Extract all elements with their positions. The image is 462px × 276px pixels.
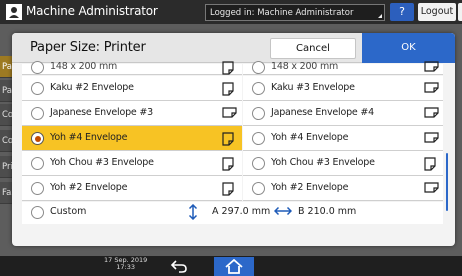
paper-size-option[interactable]: Kaku #2 Envelope bbox=[22, 76, 242, 101]
paper-size-label: Yoh #4 Envelope bbox=[50, 132, 128, 143]
paper-size-label: 148 x 200 mm bbox=[50, 61, 118, 72]
radio-icon bbox=[252, 182, 265, 195]
radio-icon bbox=[252, 82, 265, 95]
radio-icon bbox=[252, 157, 265, 170]
portrait-paper-icon bbox=[424, 157, 436, 171]
paper-size-label: Yoh #2 Envelope bbox=[271, 182, 349, 193]
paper-size-label: Yoh Chou #3 Envelope bbox=[271, 157, 375, 168]
header-bar: Machine Administrator Logged in: Machine… bbox=[0, 0, 462, 24]
portrait-paper-icon bbox=[222, 157, 234, 171]
ok-button[interactable]: OK bbox=[362, 33, 455, 63]
clock: 17 Sep. 2019 17:33 bbox=[104, 257, 147, 271]
radio-icon bbox=[31, 206, 44, 219]
paper-size-option[interactable]: Japanese Envelope #3 bbox=[22, 101, 242, 126]
paper-size-label: Yoh #4 Envelope bbox=[271, 132, 349, 143]
paper-size-option[interactable]: Yoh Chou #3 Envelope bbox=[243, 151, 443, 176]
landscape-paper-icon bbox=[424, 82, 439, 93]
paper-size-label: Japanese Envelope #4 bbox=[271, 107, 374, 118]
radio-dot-icon bbox=[34, 135, 41, 142]
user-icon bbox=[6, 4, 22, 20]
radio-icon bbox=[252, 107, 265, 120]
login-status-text: Logged in: Machine Administrator bbox=[210, 8, 354, 18]
radio-icon bbox=[252, 132, 265, 145]
dialog-title: Paper Size: Printer bbox=[30, 40, 146, 55]
radio-icon bbox=[31, 107, 44, 120]
paper-size-list: 148 x 200 mm 148 x 200 mm Kaku #2 Envelope… bbox=[12, 61, 455, 246]
custom-size-option[interactable]: Custom A 297.0 mm B 210.0 mm bbox=[22, 202, 443, 224]
user-title: Machine Administrator bbox=[26, 4, 158, 18]
cancel-button[interactable]: Cancel bbox=[270, 38, 356, 59]
radio-icon bbox=[31, 157, 44, 170]
paper-size-option[interactable]: Yoh Chou #3 Envelope bbox=[22, 151, 242, 176]
time-text: 17:33 bbox=[116, 263, 135, 271]
paper-size-label: Japanese Envelope #3 bbox=[50, 107, 153, 118]
vertical-size-value: A 297.0 mm bbox=[212, 206, 271, 217]
back-arrow-icon[interactable] bbox=[170, 259, 188, 273]
paper-size-option[interactable]: Yoh #2 Envelope bbox=[243, 176, 443, 201]
paper-size-label: 148 x 200 mm bbox=[271, 61, 339, 72]
landscape-paper-icon bbox=[222, 107, 237, 118]
radio-selected-icon bbox=[31, 132, 44, 145]
paper-size-option[interactable]: Yoh #2 Envelope bbox=[22, 176, 242, 201]
help-button[interactable]: ? bbox=[390, 3, 414, 21]
custom-label: Custom bbox=[50, 206, 87, 217]
logout-button[interactable]: Logout bbox=[418, 3, 456, 21]
dialog-header: Paper Size: Printer Cancel OK bbox=[12, 33, 455, 63]
portrait-paper-icon bbox=[222, 132, 234, 146]
landscape-paper-icon bbox=[424, 107, 439, 118]
home-button[interactable] bbox=[214, 257, 254, 276]
landscape-paper-icon bbox=[424, 132, 439, 143]
paper-size-dialog: Paper Size: Printer Cancel OK 148 x 200 … bbox=[12, 33, 455, 246]
paper-size-label: Kaku #2 Envelope bbox=[50, 82, 134, 93]
portrait-paper-icon bbox=[222, 61, 234, 75]
scrollbar-thumb[interactable] bbox=[446, 153, 448, 211]
landscape-paper-icon bbox=[424, 61, 439, 72]
paper-size-option[interactable]: Yoh #4 Envelope bbox=[22, 126, 242, 151]
portrait-paper-icon bbox=[222, 82, 234, 96]
radio-icon bbox=[31, 61, 44, 74]
paper-size-option[interactable]: Japanese Envelope #4 bbox=[243, 101, 443, 126]
paper-size-option[interactable]: 148 x 200 mm bbox=[22, 61, 242, 75]
login-status-box[interactable]: Logged in: Machine Administrator bbox=[205, 4, 385, 21]
portrait-paper-icon bbox=[222, 182, 234, 196]
landscape-paper-icon bbox=[424, 182, 439, 193]
radio-icon bbox=[252, 61, 265, 74]
paper-size-option[interactable]: 148 x 200 mm bbox=[243, 61, 443, 75]
paper-size-label: Yoh Chou #3 Envelope bbox=[50, 157, 154, 168]
vertical-size-icon bbox=[188, 204, 198, 220]
home-icon bbox=[225, 259, 243, 274]
radio-icon bbox=[31, 82, 44, 95]
horizontal-size-icon bbox=[274, 206, 292, 216]
radio-icon bbox=[31, 182, 44, 195]
paper-size-label: Kaku #3 Envelope bbox=[271, 82, 355, 93]
paper-size-label: Yoh #2 Envelope bbox=[50, 182, 128, 193]
paper-size-option[interactable]: Yoh #4 Envelope bbox=[243, 126, 443, 151]
horizontal-size-value: B 210.0 mm bbox=[298, 206, 357, 217]
overflow-button[interactable] bbox=[458, 3, 462, 21]
corner-indicator-icon bbox=[378, 14, 382, 18]
footer-bar: 17 Sep. 2019 17:33 bbox=[0, 256, 462, 276]
paper-size-option[interactable]: Kaku #3 Envelope bbox=[243, 76, 443, 101]
